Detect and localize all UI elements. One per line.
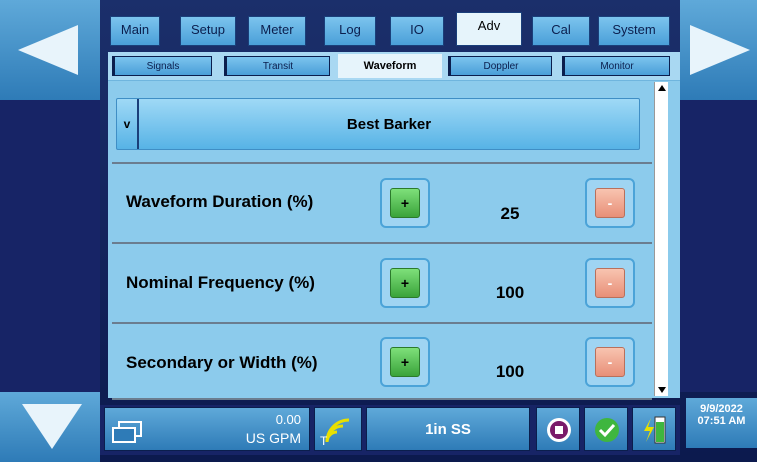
divider — [112, 322, 652, 324]
dropdown-indicator[interactable]: v — [117, 99, 139, 149]
scrollbar[interactable] — [654, 82, 668, 396]
subtab-transit[interactable]: Transit — [224, 56, 330, 76]
pipe-label: 1in SS — [425, 421, 471, 438]
date-time-display: 9/9/2022 07:51 AM — [686, 398, 757, 448]
subtab-waveform[interactable]: Waveform — [338, 54, 442, 78]
flow-value: 0.00 — [275, 412, 301, 427]
secondary-width-plus-button[interactable]: + — [380, 337, 430, 387]
nav-left-button[interactable] — [0, 0, 100, 100]
minus-icon: - — [595, 188, 625, 218]
date-text: 9/9/2022 — [700, 403, 743, 415]
plus-icon: + — [390, 347, 420, 377]
main-tab-bar: Main Setup Meter Log IO Adv Cal System — [108, 12, 680, 46]
divider — [112, 398, 652, 400]
subtab-signals[interactable]: Signals — [112, 56, 212, 76]
secondary-width-label: Secondary or Width (%) — [126, 353, 318, 372]
nominal-frequency-minus-button[interactable]: - — [585, 258, 635, 308]
stop-icon — [547, 418, 571, 442]
tab-setup[interactable]: Setup — [180, 16, 236, 46]
plus-icon: + — [390, 188, 420, 218]
nav-down-button[interactable] — [0, 392, 100, 462]
divider — [112, 162, 652, 164]
flow-unit: US GPM — [245, 430, 301, 446]
secondary-width-minus-button[interactable]: - — [585, 337, 635, 387]
stop-button[interactable] — [536, 407, 580, 451]
power-status-button[interactable] — [632, 407, 676, 451]
scroll-up-icon[interactable] — [658, 85, 666, 91]
battery-charging-icon — [644, 416, 666, 444]
waveform-type-dropdown[interactable]: v Best Barker — [116, 98, 640, 150]
tab-main[interactable]: Main — [110, 16, 160, 46]
tab-io[interactable]: IO — [390, 16, 444, 46]
tab-meter[interactable]: Meter — [248, 16, 306, 46]
nav-right-button[interactable] — [680, 0, 757, 100]
check-icon — [595, 418, 619, 442]
time-text: 07:51 AM — [697, 415, 746, 427]
right-side-panel — [680, 100, 757, 392]
tab-system[interactable]: System — [598, 16, 670, 46]
waveform-duration-value: 25 — [500, 204, 520, 223]
nominal-frequency-value: 100 — [495, 283, 525, 302]
subtab-doppler[interactable]: Doppler — [448, 56, 552, 76]
arrow-right-icon — [690, 25, 750, 75]
tab-log[interactable]: Log — [324, 16, 376, 46]
status-ok-button[interactable] — [584, 407, 628, 451]
nominal-frequency-plus-button[interactable]: + — [380, 258, 430, 308]
waveform-duration-label: Waveform Duration (%) — [126, 192, 314, 211]
display-mode-icon — [112, 421, 142, 443]
tab-adv[interactable]: Adv — [456, 12, 522, 46]
signal-letter: T — [320, 434, 328, 448]
dropdown-selected-value[interactable]: Best Barker — [139, 99, 639, 149]
pipe-selector[interactable]: 1in SS — [366, 407, 530, 451]
signal-strength-button[interactable]: T — [314, 407, 362, 451]
scroll-down-icon[interactable] — [658, 387, 666, 393]
minus-icon: - — [595, 347, 625, 377]
arrow-down-icon — [22, 404, 82, 449]
divider — [112, 242, 652, 244]
left-side-panel — [0, 100, 100, 392]
sub-tab-bar: Signals Transit Waveform Doppler Monitor — [108, 52, 680, 80]
flow-readout[interactable]: 0.00 US GPM — [104, 407, 310, 451]
minus-icon: - — [595, 268, 625, 298]
waveform-duration-minus-button[interactable]: - — [585, 178, 635, 228]
tab-cal[interactable]: Cal — [532, 16, 590, 46]
arrow-left-icon — [18, 25, 78, 75]
waveform-duration-plus-button[interactable]: + — [380, 178, 430, 228]
plus-icon: + — [390, 268, 420, 298]
subtab-monitor[interactable]: Monitor — [562, 56, 670, 76]
nominal-frequency-label: Nominal Frequency (%) — [126, 273, 315, 292]
secondary-width-value: 100 — [495, 362, 525, 381]
